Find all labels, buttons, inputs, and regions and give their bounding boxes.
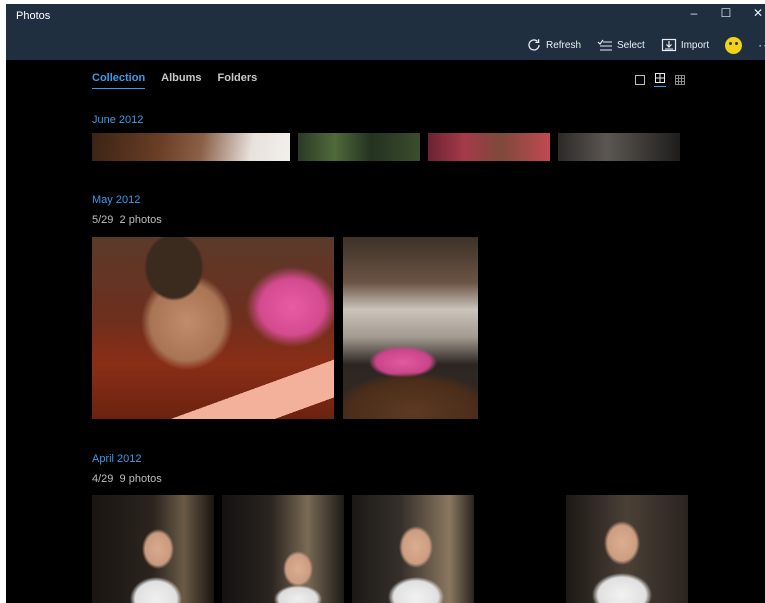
maximize-button[interactable]: ☐	[716, 6, 736, 20]
pivot-nav: Collection Albums Folders	[92, 72, 273, 89]
small-grid-icon[interactable]	[674, 74, 686, 86]
photo-thumbnail[interactable]	[352, 495, 474, 603]
single-view-icon[interactable]	[634, 74, 646, 86]
group-subtitle-may-2012: 5/29 2 photos	[92, 214, 162, 226]
photos-window: Photos – ☐ ✕ Refresh Select Import · Col…	[6, 4, 765, 603]
close-button[interactable]: ✕	[748, 6, 765, 20]
group-date: 5/29	[92, 214, 114, 226]
select-icon	[597, 39, 613, 51]
select-label: Select	[617, 39, 645, 51]
more-options-button[interactable]: ···	[758, 38, 765, 52]
group-title-april-2012[interactable]: April 2012	[92, 453, 142, 465]
refresh-button[interactable]: Refresh	[526, 37, 581, 53]
group-subtitle-april-2012: 4/29 9 photos	[92, 473, 162, 485]
photo-thumbnail[interactable]	[222, 495, 344, 603]
medium-grid-icon[interactable]	[654, 72, 666, 87]
minimize-button[interactable]: –	[684, 6, 704, 20]
tab-folders[interactable]: Folders	[218, 72, 258, 89]
photo-thumbnail[interactable]	[428, 133, 550, 161]
avatar[interactable]	[725, 36, 743, 54]
group-photo-count: 9 photos	[119, 473, 162, 485]
group-photo-count: 2 photos	[119, 214, 162, 226]
group-title-june-2012[interactable]: June 2012	[92, 114, 143, 126]
view-mode-switcher	[626, 72, 686, 87]
photo-thumbnail[interactable]	[92, 495, 214, 603]
import-label: Import	[680, 39, 710, 51]
photo-thumbnail[interactable]	[92, 237, 334, 419]
group-date: 4/29	[92, 473, 114, 485]
import-button[interactable]: Import	[661, 37, 709, 53]
title-bar: Photos – ☐ ✕ Refresh Select Import ·	[6, 4, 765, 60]
photo-thumbnail[interactable]	[558, 133, 680, 161]
group-title-may-2012[interactable]: May 2012	[92, 194, 140, 206]
photo-thumbnail[interactable]	[298, 133, 420, 161]
photo-thumbnail[interactable]	[92, 133, 290, 161]
refresh-label: Refresh	[546, 39, 582, 51]
photo-thumbnail[interactable]	[566, 495, 688, 603]
command-bar: Refresh Select Import ·	[526, 34, 765, 56]
app-title: Photos	[16, 10, 51, 22]
tab-albums[interactable]: Albums	[161, 72, 201, 89]
photo-thumbnail[interactable]	[343, 237, 478, 419]
refresh-icon	[528, 39, 540, 51]
tab-collection[interactable]: Collection	[92, 72, 146, 89]
select-button[interactable]: Select	[597, 38, 645, 52]
import-icon	[661, 38, 676, 52]
